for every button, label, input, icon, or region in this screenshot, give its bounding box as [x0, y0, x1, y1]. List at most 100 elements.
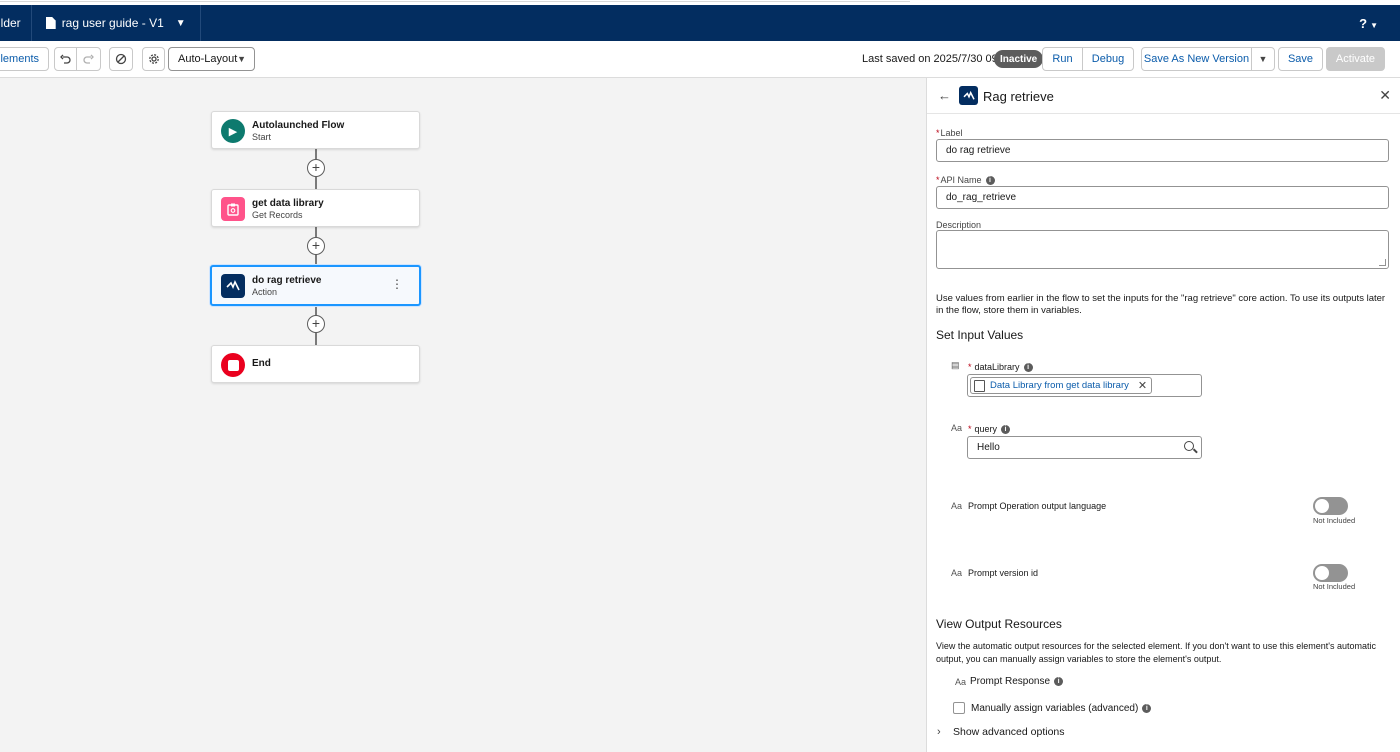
- show-advanced-options-link[interactable]: Show advanced options: [953, 726, 1065, 738]
- status-badge: Inactive: [994, 50, 1044, 68]
- remove-icon[interactable]: ✕: [1138, 379, 1147, 392]
- chevron-down-icon: ▼: [237, 54, 246, 64]
- node-title: get data library: [252, 198, 324, 209]
- elements-toggle-button[interactable]: Elements: [0, 47, 49, 71]
- query-label: * query i: [968, 424, 1011, 435]
- save-as-new-version-label: Save As New Version: [1143, 53, 1250, 65]
- resource-pill-label: Data Library from get data library: [990, 380, 1129, 391]
- add-element-button[interactable]: +: [307, 159, 325, 177]
- search-icon[interactable]: [1184, 441, 1194, 451]
- info-icon: i: [1001, 425, 1011, 435]
- output-language-toggle-state: Not Included: [1313, 516, 1356, 525]
- text-type-icon: Aa: [955, 677, 967, 687]
- record-icon: ▤: [951, 360, 960, 370]
- back-arrow-icon[interactable]: ←: [938, 88, 951, 103]
- action-icon: [221, 274, 245, 298]
- text-type-icon: Aa: [951, 568, 963, 578]
- last-saved-text: Last saved on 2025/7/30 09:51: [862, 53, 1014, 65]
- elements-label: Elements: [0, 53, 39, 65]
- info-icon: i: [1054, 676, 1064, 686]
- manual-assign-label: Manually assign variables (advanced) i: [971, 703, 1152, 714]
- chevron-down-icon[interactable]: ▼: [176, 18, 186, 29]
- info-icon: i: [1023, 363, 1033, 373]
- view-output-heading: View Output Resources: [936, 617, 1062, 631]
- set-input-values-heading: Set Input Values: [936, 328, 1024, 342]
- app-name[interactable]: ilder: [0, 5, 32, 41]
- help-caret-icon: ▼: [1370, 20, 1378, 30]
- undo-button[interactable]: [54, 47, 77, 71]
- layout-mode-value: Auto-Layout: [178, 53, 238, 65]
- query-input[interactable]: Hello: [967, 436, 1202, 459]
- text-type-icon: Aa: [951, 501, 963, 511]
- description-field-label: Description: [936, 220, 982, 230]
- close-icon[interactable]: ✕: [1379, 87, 1391, 104]
- query-value: Hello: [977, 442, 1000, 453]
- info-icon: i: [985, 176, 995, 186]
- block-icon: [115, 53, 127, 65]
- more-options-icon[interactable]: ⋮: [391, 278, 403, 290]
- file-tab[interactable]: rag user guide - V1 ▼: [32, 5, 201, 41]
- toolbar: Elements Auto-Layout ▼ Last saved on 202…: [0, 41, 1400, 78]
- debug-label: Debug: [1091, 53, 1125, 65]
- gear-icon: [148, 54, 159, 64]
- activate-button[interactable]: Activate: [1326, 47, 1385, 71]
- node-title: do rag retrieve: [252, 275, 322, 286]
- redo-icon: [83, 54, 94, 64]
- prompt-version-toggle[interactable]: [1313, 564, 1348, 582]
- file-icon: [45, 17, 56, 29]
- label-field-label: *Label: [936, 128, 963, 138]
- save-as-new-version-button[interactable]: Save As New Version: [1141, 47, 1252, 71]
- flow-node-get-records[interactable]: get data library Get Records: [211, 189, 420, 227]
- action-icon: [959, 86, 978, 105]
- redo-button[interactable]: [76, 47, 101, 71]
- node-subtitle: Start: [252, 132, 272, 142]
- layout-mode-select[interactable]: Auto-Layout ▼: [168, 47, 255, 71]
- chevron-down-icon: ▼: [1258, 54, 1268, 64]
- output-help-text: View the automatic output resources for …: [936, 641, 1377, 664]
- save-options-button[interactable]: ▼: [1251, 47, 1275, 71]
- node-title: End: [252, 358, 271, 369]
- panel-title: Rag retrieve: [983, 89, 1054, 104]
- app-header: ilder rag user guide - V1 ▼ ? ▼: [0, 5, 1400, 41]
- info-icon: i: [1142, 703, 1152, 713]
- inputs-help-text: Use values from earlier in the flow to s…: [936, 293, 1386, 316]
- data-library-input[interactable]: Data Library from get data library ✕: [967, 374, 1202, 397]
- save-button[interactable]: Save: [1278, 47, 1323, 71]
- get-records-icon: [221, 197, 245, 221]
- panel-header: ← Rag retrieve ✕: [927, 78, 1400, 114]
- description-textarea[interactable]: [936, 230, 1389, 269]
- help-label: ?: [1359, 15, 1368, 31]
- settings-button[interactable]: [142, 47, 165, 71]
- add-element-button[interactable]: +: [307, 315, 325, 333]
- stop-icon: [221, 353, 245, 377]
- debug-button[interactable]: Debug: [1082, 47, 1134, 71]
- node-subtitle: Get Records: [252, 210, 303, 220]
- run-button[interactable]: Run: [1042, 47, 1083, 71]
- data-library-label: * dataLibrary i: [968, 362, 1033, 373]
- resource-pill[interactable]: Data Library from get data library ✕: [970, 377, 1153, 394]
- undo-icon: [60, 54, 71, 64]
- prompt-response-label: Prompt Response i: [970, 676, 1064, 687]
- flow-node-end[interactable]: End: [211, 345, 420, 383]
- top-strip-line: [0, 1, 910, 2]
- manual-assign-checkbox[interactable]: [953, 702, 965, 714]
- help-button[interactable]: ? ▼: [1359, 16, 1378, 31]
- prompt-version-toggle-state: Not Included: [1313, 582, 1356, 591]
- flow-node-action[interactable]: do rag retrieve Action ⋮: [210, 265, 421, 306]
- text-type-icon: Aa: [951, 423, 963, 433]
- add-element-button[interactable]: +: [307, 237, 325, 255]
- node-subtitle: Action: [252, 287, 278, 297]
- resize-handle-icon[interactable]: [1379, 259, 1386, 266]
- properties-panel: ← Rag retrieve ✕ *Label do rag retrieve …: [926, 78, 1400, 752]
- output-language-toggle[interactable]: [1313, 497, 1348, 515]
- api-name-input[interactable]: do_rag_retrieve: [936, 186, 1389, 209]
- file-tab-label: rag user guide - V1: [61, 16, 164, 30]
- disable-button[interactable]: [109, 47, 133, 71]
- output-language-label: Prompt Operation output language: [968, 501, 1107, 511]
- chevron-right-icon[interactable]: ›: [937, 726, 941, 738]
- label-input[interactable]: do rag retrieve: [936, 139, 1389, 162]
- api-name-field-label: *API Name i: [936, 175, 995, 186]
- flow-node-start[interactable]: ▶ Autolaunched Flow Start: [211, 111, 420, 149]
- play-icon: ▶: [221, 119, 245, 143]
- node-title: Autolaunched Flow: [252, 120, 345, 131]
